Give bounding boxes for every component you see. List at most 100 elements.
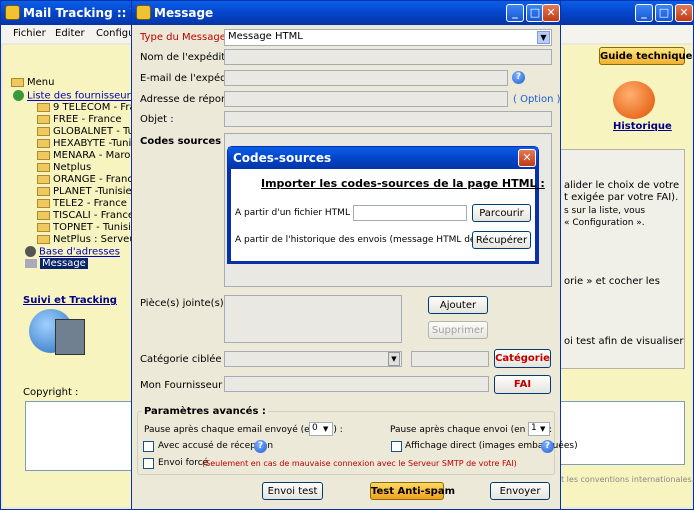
help-icon[interactable]: ?: [512, 71, 525, 84]
tree-panel: Menu Liste des fournisseurs d' 9 TELECOM…: [7, 74, 158, 274]
folder-icon: [37, 126, 50, 136]
folder-icon: [37, 210, 50, 220]
tree-provider-item[interactable]: PLANET -Tunisie: [37, 186, 132, 197]
copyright-box: [25, 401, 137, 471]
type-label: Type du Message :: [140, 32, 233, 43]
info-line: s sur la liste, vous: [564, 206, 646, 216]
folder-icon: [37, 102, 50, 112]
dialog-body: Importer les codes-sources de la page HT…: [231, 169, 545, 261]
folder-icon: [37, 174, 50, 184]
dialog-titlebar: Codes-sources ✕: [228, 147, 538, 169]
tree-provider-item[interactable]: TELE2 - France: [37, 198, 127, 209]
tree-provider-item[interactable]: Netplus: [37, 162, 91, 173]
folder-icon: [37, 186, 50, 196]
category-field[interactable]: [411, 351, 489, 367]
close-icon[interactable]: ✕: [518, 149, 536, 167]
codes-label: Codes sources :: [140, 136, 229, 147]
tree-provider-item[interactable]: HEXABYTE -Tunisie: [37, 138, 145, 149]
pause-send-select[interactable]: 1 ▼: [528, 422, 550, 436]
forced-send-note: (Seulement en cas de mauvaise connexion …: [202, 459, 517, 468]
add-attachment-button[interactable]: Ajouter: [428, 296, 488, 314]
close-icon[interactable]: ✕: [675, 4, 693, 22]
info-line: orie » et cocher les: [564, 276, 660, 287]
folder-icon: [37, 222, 50, 232]
folder-icon: [37, 138, 50, 148]
reply-field[interactable]: [224, 91, 508, 107]
test-send-button[interactable]: Envoi test: [262, 482, 323, 500]
info-line: oi test afin de visualiser: [564, 336, 684, 347]
tree-provider-item[interactable]: ORANGE - France: [37, 174, 139, 185]
app-icon: [136, 5, 151, 20]
tree-provider-item[interactable]: TOPNET - Tunisie: [37, 222, 137, 233]
browse-button[interactable]: Parcourir: [472, 204, 531, 222]
folder-icon: [37, 114, 50, 124]
chevron-down-icon[interactable]: ▼: [540, 423, 549, 435]
direct-display-checkbox[interactable]: [391, 441, 402, 452]
chevron-down-icon[interactable]: ▼: [388, 352, 400, 366]
chevron-down-icon[interactable]: ▼: [323, 423, 332, 435]
folder-icon: [37, 198, 50, 208]
tree-root[interactable]: Menu: [11, 77, 54, 88]
help-icon[interactable]: ?: [541, 440, 554, 453]
message-titlebar: Message _ □ ✕: [132, 1, 560, 25]
tree-provider-item[interactable]: MENARA - Maroc: [37, 150, 136, 161]
address-book-icon: [25, 246, 36, 257]
sender-name-field[interactable]: [224, 49, 552, 65]
advanced-label: Paramètres avancés :: [142, 406, 268, 417]
attachments-list[interactable]: [224, 295, 402, 343]
minimize-icon[interactable]: _: [506, 4, 524, 22]
minimize-icon[interactable]: _: [635, 4, 653, 22]
guide-technique-button[interactable]: Guide technique: [599, 47, 692, 65]
historique-label[interactable]: Historique: [613, 121, 672, 132]
footer-text: t les conventions internationales.: [561, 475, 694, 484]
category-label: Catégorie ciblée :: [140, 354, 229, 365]
attachments-label: Pièce(s) jointe(s) :: [140, 298, 231, 309]
menu-editer[interactable]: Editer: [55, 28, 85, 39]
globe-icon: [13, 90, 24, 101]
tree-message[interactable]: Message: [25, 258, 88, 269]
tree-base-adresses[interactable]: Base d'adresses: [25, 246, 120, 258]
menu-fichier[interactable]: Fichier: [13, 28, 46, 39]
delete-attachment-button[interactable]: Supprimer: [428, 321, 488, 339]
help-icon[interactable]: ?: [254, 440, 267, 453]
fai-button[interactable]: FAI: [494, 375, 551, 394]
folder-icon: [11, 77, 24, 87]
folder-icon: [37, 162, 50, 172]
message-title: Message: [154, 6, 214, 20]
dialog-title: Codes-sources: [233, 151, 332, 165]
category-select[interactable]: ▼: [224, 351, 402, 367]
option-link[interactable]: ( Option ): [513, 94, 561, 105]
close-icon[interactable]: ✕: [542, 4, 560, 22]
sender-email-field[interactable]: [224, 70, 508, 86]
file-path-field[interactable]: [353, 205, 467, 221]
retrieve-button[interactable]: Récupérer: [472, 231, 531, 249]
right-text-box: [559, 401, 685, 465]
maximize-icon[interactable]: □: [655, 4, 673, 22]
receipt-checkbox[interactable]: [143, 441, 154, 452]
send-button[interactable]: Envoyer: [490, 482, 550, 500]
info-line: alider le choix de votre: [564, 180, 680, 191]
tree-provider-item[interactable]: FREE - France: [37, 114, 122, 125]
tree-providers[interactable]: Liste des fournisseurs d': [13, 90, 148, 102]
mail-icon: [25, 258, 37, 268]
category-button[interactable]: Catégorie: [494, 349, 551, 368]
suivi-tracking-label[interactable]: Suivi et Tracking: [23, 295, 117, 306]
antispam-button[interactable]: Test Anti-spam: [370, 482, 455, 500]
subject-field[interactable]: [224, 111, 552, 127]
app-icon: [5, 5, 20, 20]
forced-send-label: Envoi forcé: [158, 458, 209, 468]
subject-label: Objet :: [140, 114, 174, 125]
chevron-down-icon[interactable]: ▼: [537, 31, 550, 44]
provider-label: Mon Fournisseur :: [140, 380, 229, 391]
historique-icon[interactable]: [613, 81, 655, 119]
folder-icon: [37, 234, 50, 244]
copyright-label: Copyright :: [23, 387, 79, 398]
computer-icon: [55, 319, 85, 355]
type-select[interactable]: Message HTML ▼: [224, 29, 552, 46]
folder-icon: [37, 150, 50, 160]
provider-field[interactable]: [224, 376, 489, 392]
info-line: « Configuration ».: [564, 218, 645, 228]
pause-each-select[interactable]: 0 ▼: [309, 422, 333, 436]
tree-provider-item[interactable]: TISCALI - France: [37, 210, 134, 221]
forced-send-checkbox[interactable]: [143, 458, 154, 469]
